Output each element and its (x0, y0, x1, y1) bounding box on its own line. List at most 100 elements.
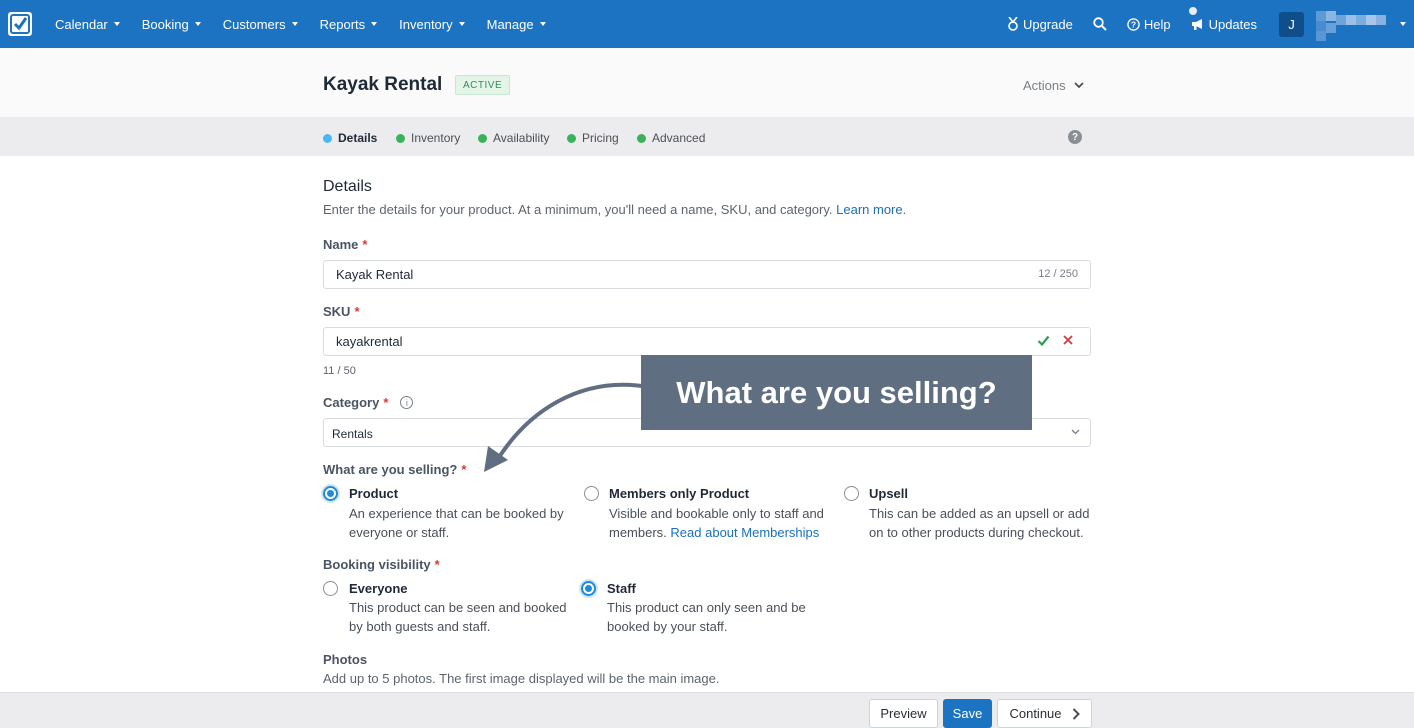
sku-validation-icons (1037, 334, 1074, 347)
step-availability[interactable]: Availability (478, 131, 549, 145)
photos-description: Add up to 5 photos. The first image disp… (323, 671, 720, 686)
page-title: Kayak Rental (323, 74, 443, 95)
option-upsell-desc: This can be added as an upsell or add on… (869, 504, 1089, 542)
search-icon (1093, 17, 1107, 31)
notification-dot-icon (1188, 6, 1197, 15)
photos-title: Photos (323, 652, 368, 667)
nav-booking-label: Booking (141, 16, 189, 32)
option-product-title: Product (349, 486, 399, 501)
updates-label: Updates (1208, 16, 1257, 32)
top-navigation: Calendar Booking Customers Reports Inven… (0, 0, 1414, 48)
bottom-action-bar: Preview Save Continue (0, 692, 1414, 728)
read-about-memberships-link[interactable]: Read about Memberships (670, 525, 819, 540)
nav-reports-label: Reports (319, 16, 366, 32)
info-icon[interactable]: i (400, 396, 414, 409)
upgrade-link[interactable]: Upgrade (997, 17, 1083, 32)
name-label-text: Name (323, 237, 359, 252)
user-menu-caret-icon[interactable] (1400, 22, 1406, 26)
option-product-desc: An experience that can be booked by ever… (349, 504, 564, 542)
status-badge: ACTIVE (455, 75, 511, 95)
page-header: Kayak Rental ACTIVE Actions (0, 48, 1414, 118)
check-icon[interactable] (1037, 334, 1050, 347)
step-status-dot-icon (637, 133, 646, 143)
option-everyone-title: Everyone (349, 581, 408, 596)
caret-down-icon (194, 22, 201, 26)
option-staff-title: Staff (607, 581, 636, 596)
option-upsell-desc-line: This can be added as an upsell or add (869, 506, 1090, 521)
required-mark: * (354, 304, 360, 319)
caret-down-icon (113, 22, 120, 26)
nav-inventory-label: Inventory (399, 16, 453, 32)
user-name-pixelated[interactable] (1316, 9, 1396, 41)
sku-char-counter: 11 / 50 (323, 365, 356, 377)
close-icon[interactable] (1062, 334, 1074, 346)
nav-manage[interactable]: Manage (476, 17, 557, 32)
category-label-text: Category (323, 395, 380, 410)
option-everyone-desc: This product can be seen and booked by b… (349, 598, 567, 636)
app-logo-icon[interactable] (8, 12, 32, 36)
option-members-only-desc-line: members. Read about Memberships (609, 523, 824, 542)
nav-calendar[interactable]: Calendar (44, 17, 131, 32)
sku-input[interactable] (336, 334, 936, 349)
sku-field[interactable] (323, 327, 1091, 356)
radio-upsell[interactable] (844, 486, 859, 501)
step-pricing[interactable]: Pricing (567, 131, 619, 145)
option-everyone-desc-line: by both guests and staff. (349, 619, 491, 634)
main-menu: Calendar Booking Customers Reports Inven… (44, 0, 557, 48)
callout-banner: What are you selling? (641, 355, 1032, 430)
chevron-down-icon (1071, 429, 1080, 435)
caret-down-icon (458, 22, 465, 26)
help-link[interactable]: ? Help (1117, 17, 1181, 32)
required-mark: * (362, 237, 368, 252)
upgrade-label: Upgrade (1022, 16, 1073, 32)
nav-booking[interactable]: Booking (131, 17, 212, 32)
option-product-desc-line: everyone or staff. (349, 525, 450, 540)
category-selected-value: Rentals (332, 427, 373, 441)
help-label: Help (1143, 16, 1171, 32)
section-description-text: Enter the details for your product. At a… (323, 202, 833, 217)
radio-members-only-product[interactable] (584, 486, 599, 501)
avatar[interactable]: J (1279, 11, 1304, 37)
step-status-dot-icon (567, 133, 576, 143)
actions-dropdown[interactable]: Actions (1023, 78, 1084, 93)
nav-reports[interactable]: Reports (309, 17, 389, 32)
nav-customers-label: Customers (222, 16, 286, 32)
option-staff-desc: This product can only seen and be booked… (607, 598, 806, 636)
option-product-desc-line: An experience that can be booked by (349, 506, 564, 521)
svg-text:?: ? (1131, 19, 1136, 29)
save-button[interactable]: Save (943, 699, 992, 728)
category-label: Category * i (323, 395, 414, 410)
option-staff-desc-line: booked by your staff. (607, 619, 728, 634)
option-upsell-title: Upsell (869, 486, 909, 501)
help-circle-icon[interactable]: ? (1068, 130, 1082, 144)
updates-link[interactable]: Updates (1181, 6, 1267, 32)
visibility-label: Booking visibility * (323, 557, 440, 572)
option-everyone-desc-line: This product can be seen and booked (349, 600, 567, 615)
name-label: Name * (323, 237, 367, 252)
continue-label: Continue (1009, 706, 1062, 721)
learn-more-link[interactable]: Learn more (836, 202, 902, 217)
preview-button[interactable]: Preview (869, 699, 938, 728)
nav-customers[interactable]: Customers (212, 17, 309, 32)
required-mark: * (383, 395, 389, 410)
radio-product[interactable] (323, 486, 338, 501)
continue-button[interactable]: Continue (997, 699, 1092, 728)
chevron-right-icon (1072, 707, 1080, 720)
step-pricing-label: Pricing (582, 131, 619, 145)
step-details-label: Details (338, 131, 378, 145)
name-input[interactable] (336, 267, 936, 282)
step-status-dot-icon (396, 133, 405, 143)
callout-arrow-icon (484, 382, 643, 472)
step-advanced[interactable]: Advanced (637, 131, 705, 145)
name-field[interactable]: 12 / 250 (323, 260, 1091, 289)
step-details[interactable]: Details (323, 131, 377, 145)
nav-calendar-label: Calendar (55, 16, 108, 32)
step-inventory[interactable]: Inventory (396, 131, 460, 145)
nav-inventory[interactable]: Inventory (388, 17, 475, 32)
option-upsell-desc-line: on to other products during checkout. (869, 525, 1084, 540)
radio-everyone[interactable] (323, 581, 338, 596)
radio-staff[interactable] (581, 581, 596, 596)
step-availability-label: Availability (493, 131, 550, 145)
option-staff-desc-line: This product can only seen and be (607, 600, 806, 615)
search-button[interactable] (1083, 17, 1117, 31)
